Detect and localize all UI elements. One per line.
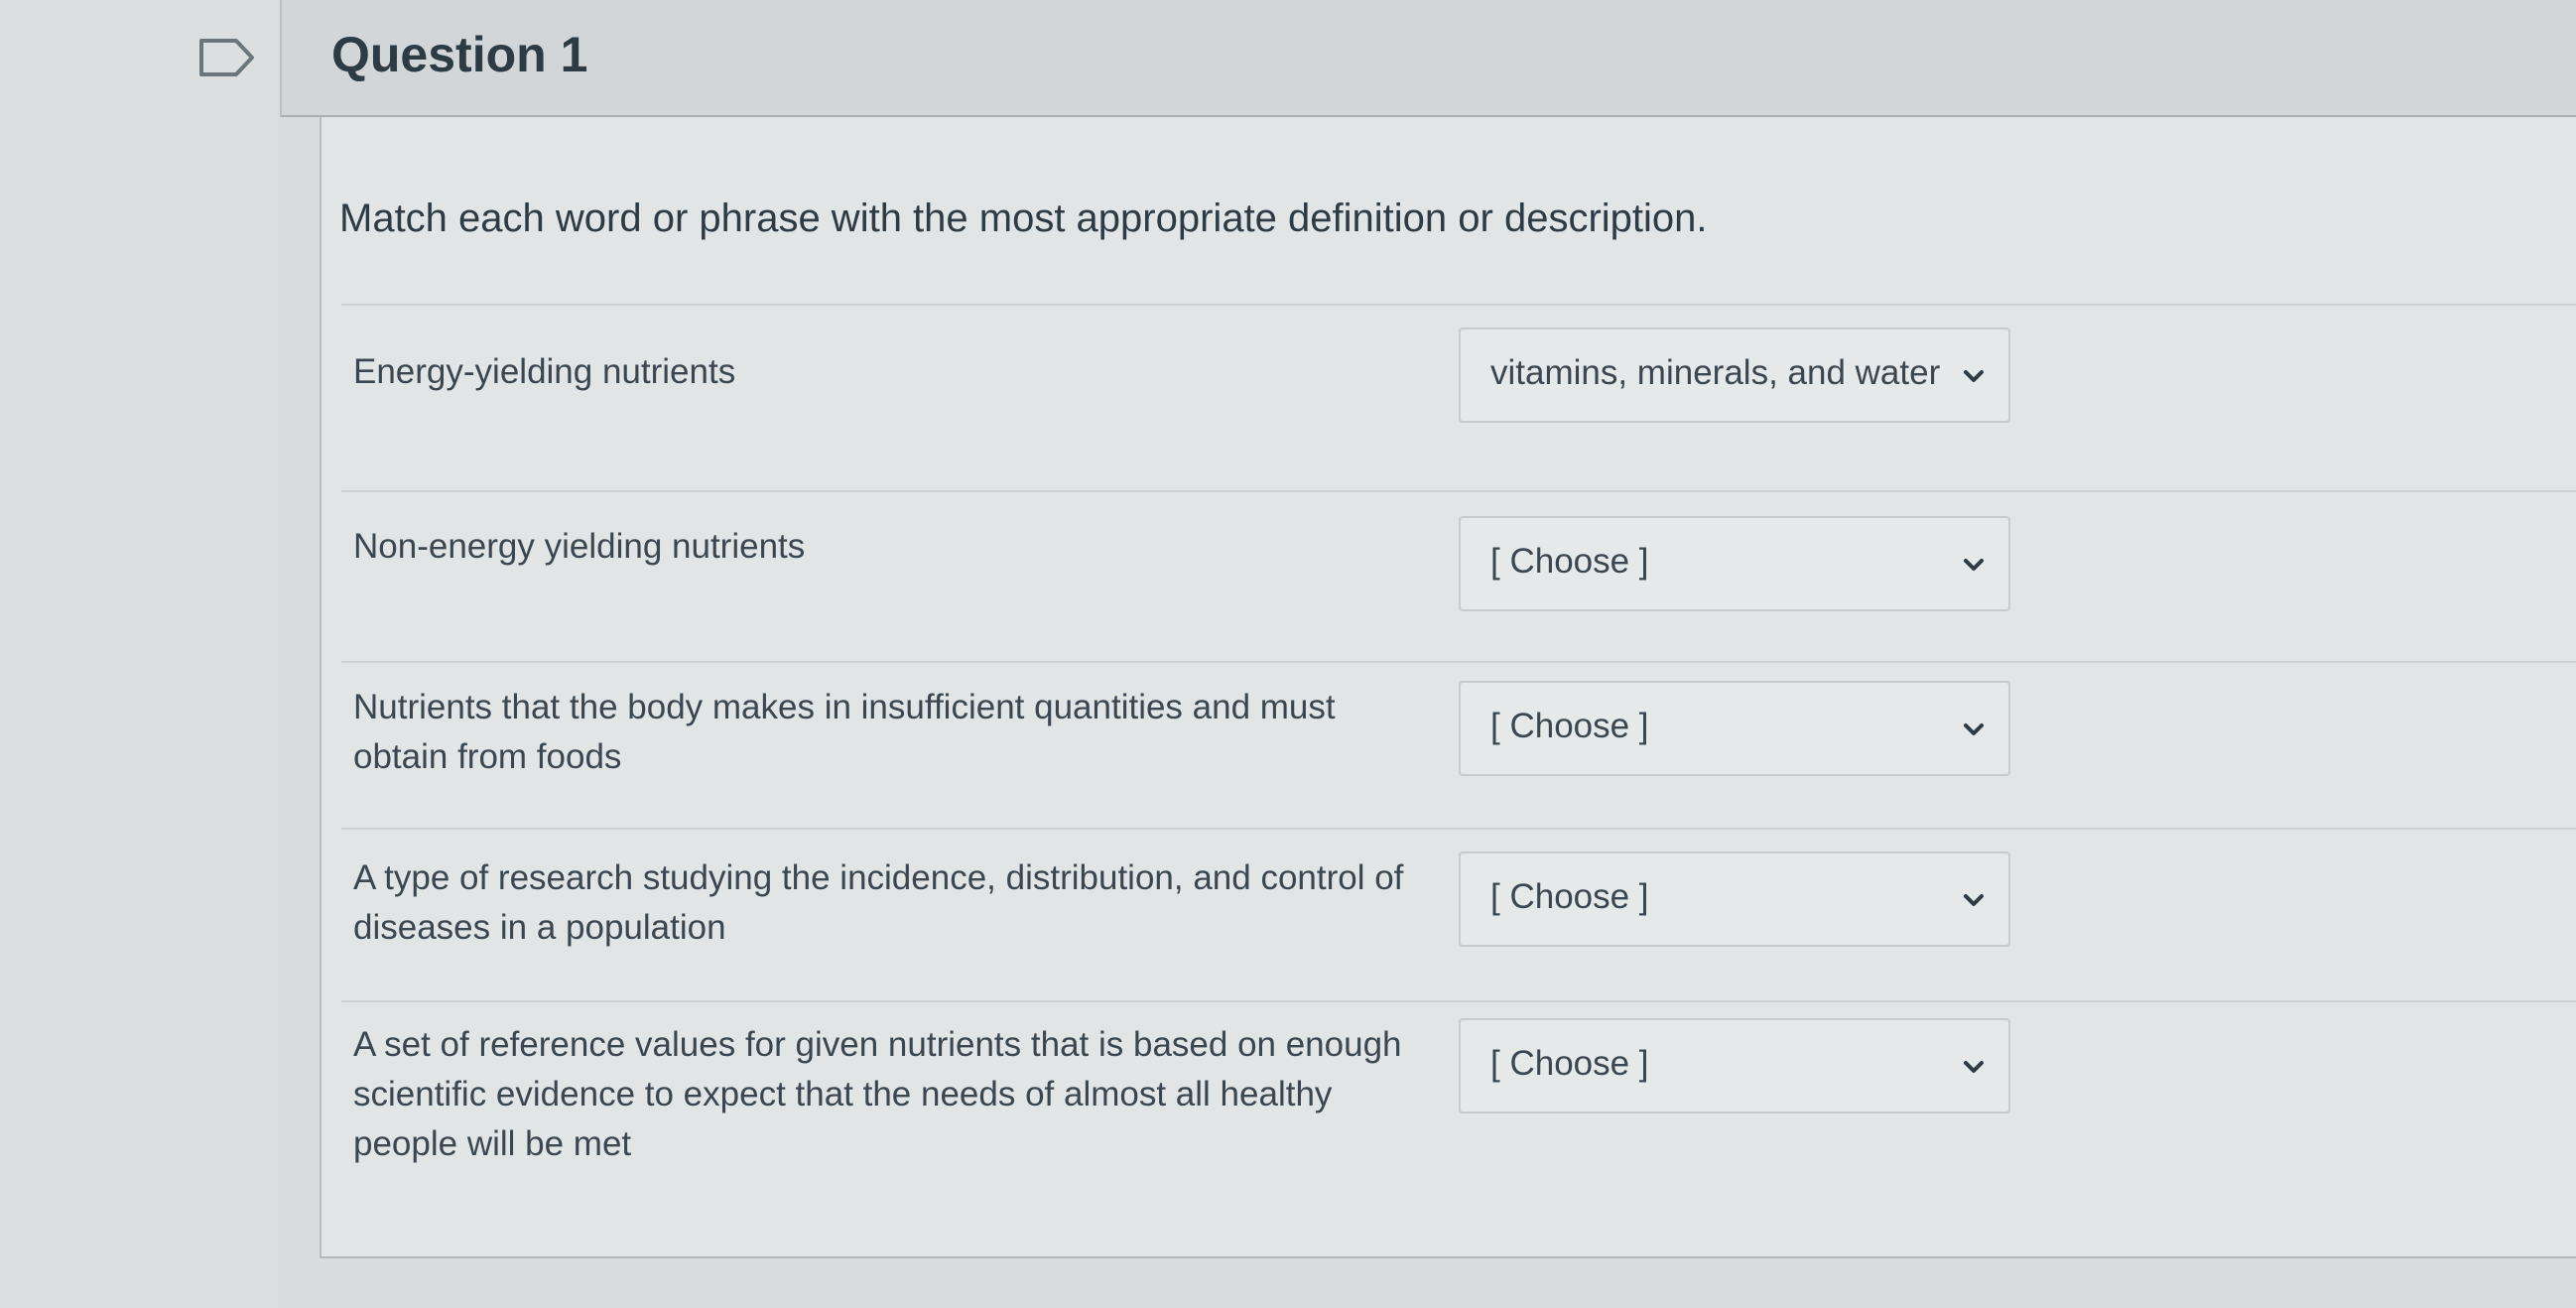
dropdown-selected-value: [ Choose ] (1490, 707, 1649, 745)
chevron-down-icon (1964, 370, 1984, 382)
dropdown-selected-value: [ Choose ] (1490, 1044, 1649, 1083)
divider (341, 828, 2576, 830)
answer-dropdown[interactable]: [ Choose ] (1459, 516, 2010, 611)
chevron-down-icon (1964, 1061, 1984, 1073)
answer-dropdown[interactable]: [ Choose ] (1459, 1018, 2010, 1113)
answer-dropdown[interactable]: [ Choose ] (1459, 681, 2010, 776)
match-row: Nutrients that the body makes in insuffi… (343, 661, 2576, 820)
match-term: Energy-yielding nutrients (353, 352, 736, 391)
left-margin (0, 0, 278, 1308)
match-row: A set of reference values for given nutr… (343, 998, 2576, 1217)
question-prompt: Match each word or phrase with the most … (339, 196, 1708, 240)
match-term: Nutrients that the body makes in insuffi… (353, 688, 1336, 776)
question-header: Question 1 (280, 0, 2576, 117)
question-title: Question 1 (331, 27, 588, 82)
chevron-down-icon (1964, 723, 1984, 735)
match-row: Energy-yielding nutrients vitamins, mine… (343, 326, 2576, 474)
match-term: A set of reference values for given nutr… (353, 1025, 1402, 1163)
answer-dropdown[interactable]: vitamins, minerals, and water (1459, 327, 2010, 423)
match-term: A type of research studying the incidenc… (353, 858, 1404, 947)
chevron-down-icon (1964, 894, 1984, 906)
divider (341, 490, 2576, 492)
flag-icon[interactable] (198, 38, 256, 77)
dropdown-selected-value: [ Choose ] (1490, 542, 1649, 581)
dropdown-selected-value: [ Choose ] (1490, 877, 1649, 916)
answer-dropdown[interactable]: [ Choose ] (1459, 851, 2010, 947)
match-row: A type of research studying the incidenc… (343, 832, 2576, 990)
chevron-down-icon (1964, 559, 1984, 571)
match-term: Non-energy yielding nutrients (353, 527, 806, 566)
dropdown-selected-value: vitamins, minerals, and water (1490, 353, 1941, 392)
match-row: Non-energy yielding nutrients [ Choose ] (343, 500, 2576, 659)
question-body: Match each word or phrase with the most … (320, 117, 2576, 1258)
divider (341, 304, 2576, 306)
